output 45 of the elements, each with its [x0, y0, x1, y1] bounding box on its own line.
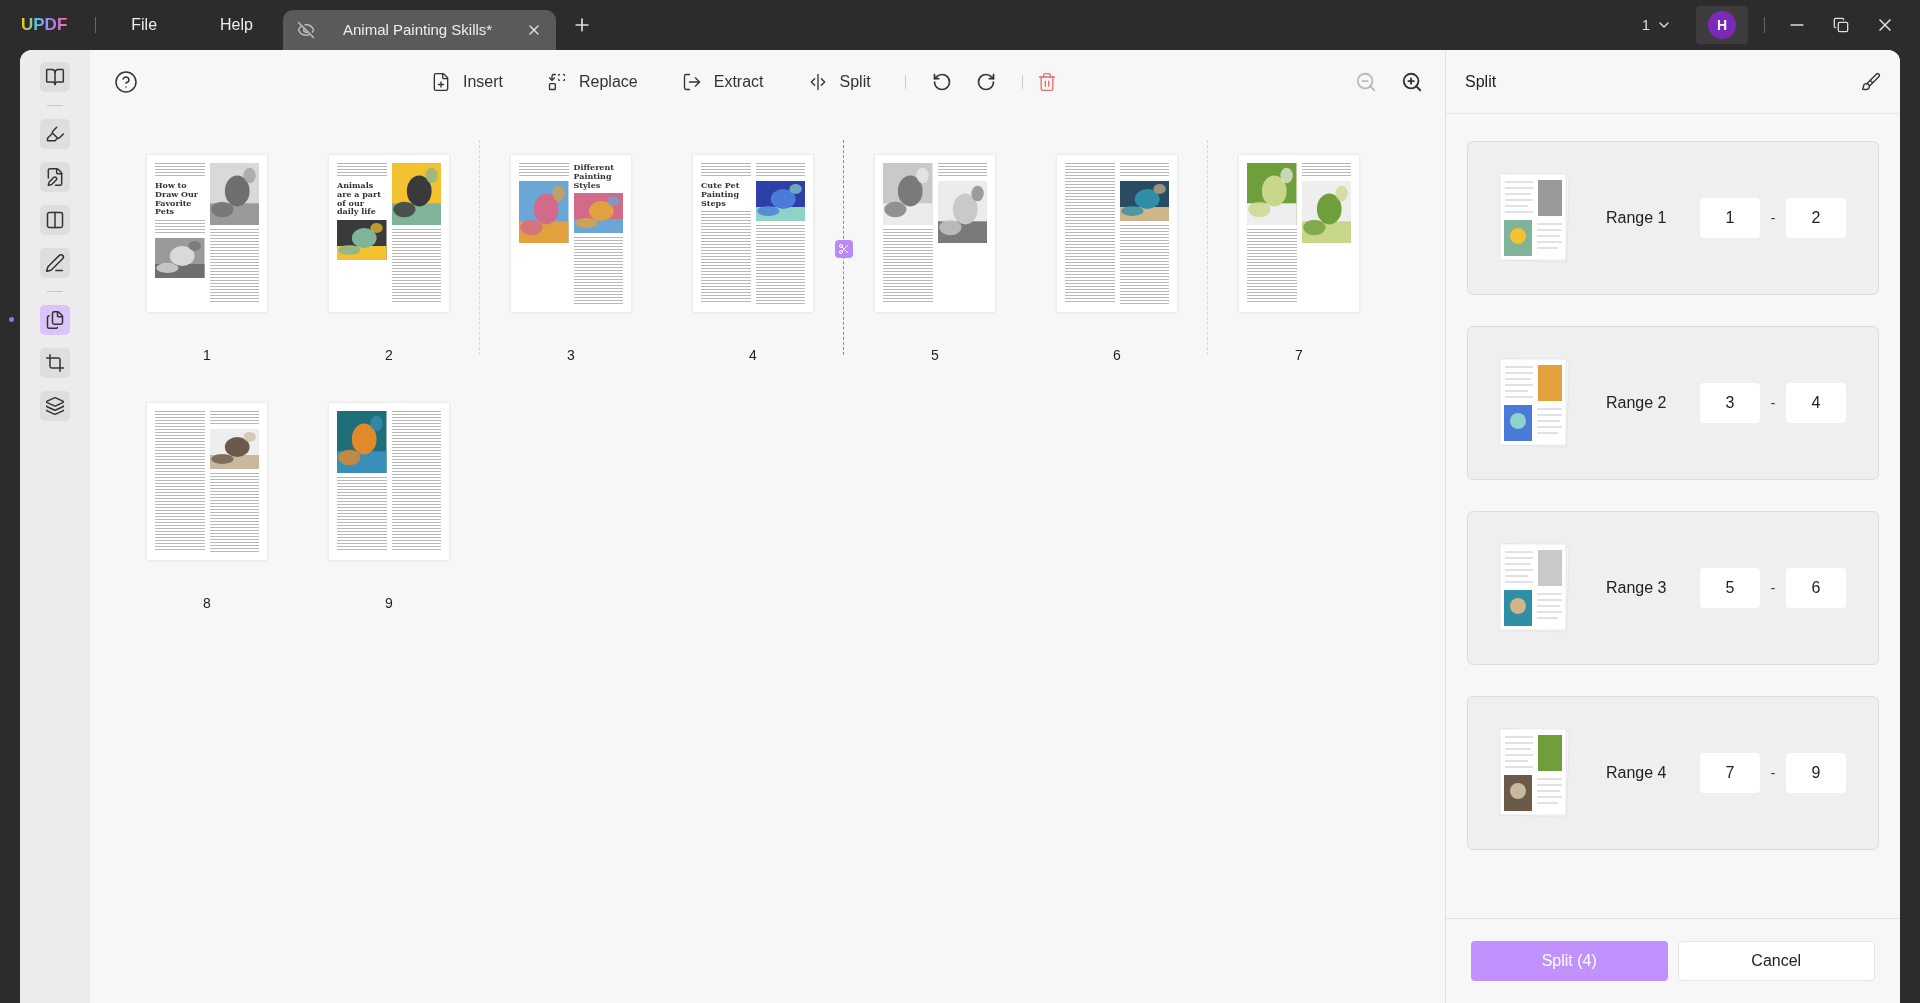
range-from-field[interactable]: 7: [1700, 753, 1760, 793]
page-heading: How to Draw Our Favorite Pets: [155, 181, 199, 217]
page-number: 6: [1113, 346, 1121, 365]
page-number: 2: [385, 346, 393, 365]
range-from-field[interactable]: 1: [1700, 198, 1760, 238]
page-number: 4: [749, 346, 757, 365]
page-number: 8: [203, 594, 211, 613]
page-number: 9: [385, 594, 393, 613]
range-label: Range 2: [1606, 393, 1668, 413]
menu-item[interactable]: File: [131, 13, 158, 37]
panel-title: Split: [1465, 71, 1497, 92]
range-label: Range 3: [1606, 578, 1668, 598]
tab-title: Animal Painting Skills*: [342, 19, 493, 40]
extract-button[interactable]: Extract: [671, 64, 774, 100]
range-to-field[interactable]: 4: [1786, 383, 1846, 423]
page-heading: Different Painting Styles: [573, 163, 615, 190]
range-from-field[interactable]: 3: [1700, 383, 1760, 423]
range-label: Range 4: [1606, 763, 1668, 783]
range-separator: -: [1769, 392, 1777, 413]
cancel-button[interactable]: Cancel: [1677, 941, 1875, 981]
range-label: Range 1: [1606, 208, 1668, 228]
user-avatar[interactable]: H: [1708, 11, 1736, 39]
range-separator: -: [1769, 762, 1777, 783]
page-number: 5: [931, 346, 939, 365]
split-button[interactable]: Split: [797, 64, 881, 100]
page-dropdown[interactable]: 1: [1641, 13, 1672, 37]
range-to-field[interactable]: 6: [1786, 568, 1846, 608]
page-thumbnail[interactable]: Animals are a part of our daily life: [329, 155, 449, 312]
page-number: 1: [203, 346, 211, 365]
page-heading: Cute Pet Painting Steps: [701, 181, 741, 208]
menu-item[interactable]: Help: [220, 13, 253, 37]
page-thumbnail[interactable]: Cute Pet Painting Steps: [693, 155, 813, 312]
replace-button[interactable]: Replace: [537, 64, 648, 100]
page-thumbnail[interactable]: Different Painting Styles: [511, 155, 631, 312]
insert-button[interactable]: Insert: [421, 64, 513, 100]
page-heading: Animals are a part of our daily life: [337, 181, 382, 217]
page-number: 7: [1295, 346, 1303, 365]
range-to-field[interactable]: 2: [1786, 198, 1846, 238]
range-to-field[interactable]: 9: [1786, 753, 1846, 793]
range-from-field[interactable]: 5: [1700, 568, 1760, 608]
document-tab[interactable]: Animal Painting Skills*: [282, 10, 556, 50]
page-thumbnail[interactable]: How to Draw Our Favorite Pets: [147, 155, 267, 312]
range-separator: -: [1769, 577, 1777, 598]
range-separator: -: [1769, 207, 1777, 228]
page-number: 3: [567, 346, 575, 365]
